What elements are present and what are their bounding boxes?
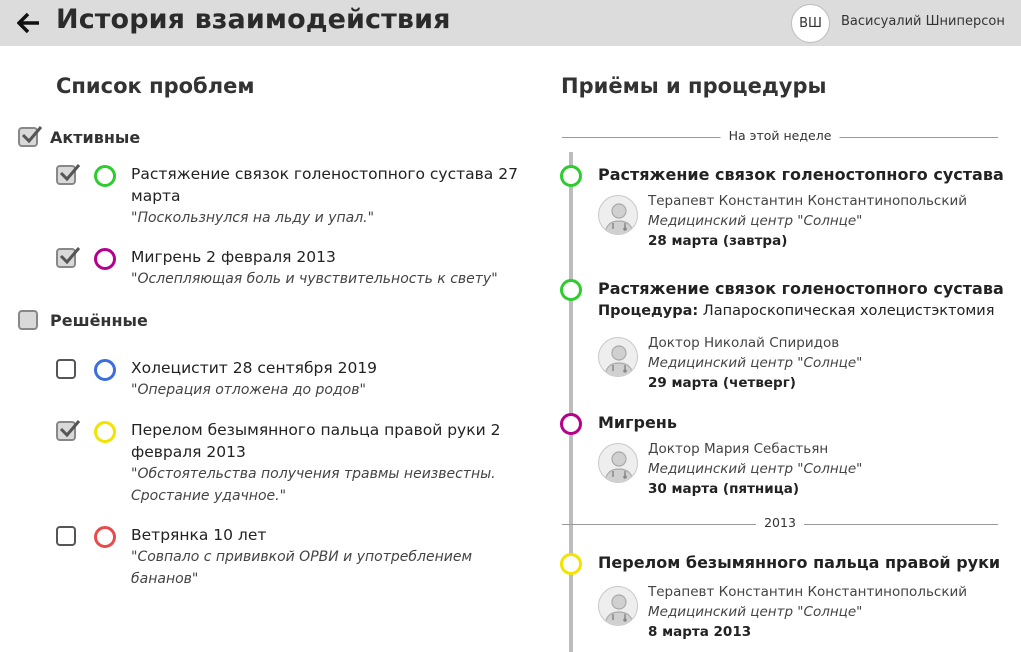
problem-checkbox[interactable]	[56, 247, 81, 268]
group-resolved-checkbox[interactable]	[18, 310, 38, 330]
problems-title: Список проблем	[56, 74, 255, 98]
status-dot-magenta	[560, 413, 582, 435]
doctor-card: Терапевт Константин Константинопольский …	[598, 193, 1008, 253]
status-dot-green	[94, 165, 116, 187]
timeline-separator: На этой неделе	[562, 127, 998, 147]
group-active-label: Активные	[50, 127, 141, 147]
problem-name[interactable]: Перелом безымянного пальца правой руки 2…	[131, 419, 511, 463]
doctor-icon	[604, 451, 634, 482]
top-bar: История взаимодействия ВШ Васисуалий Шни…	[0, 0, 1021, 46]
clinic-name: Медицинский центр "Солнце"	[648, 213, 863, 229]
timeline-item-title[interactable]: Растяжение связок голеностопного сустава	[598, 165, 1004, 184]
appointment-date: 28 марта (завтра)	[648, 233, 788, 249]
checkmark-icon	[59, 164, 81, 182]
timeline-item-title[interactable]: Растяжение связок голеностопного сустава	[598, 279, 1004, 298]
page-title: История взаимодействия	[56, 4, 451, 35]
separator-label: 2013	[756, 515, 804, 530]
appointment-date: 8 марта 2013	[648, 624, 752, 640]
problem-note: "Операция отложена до родов"	[131, 382, 366, 398]
checkmark-icon	[59, 247, 81, 265]
checkmark-icon	[59, 420, 81, 438]
doctor-name: Доктор Мария Себастьян	[648, 441, 829, 457]
appointment-date: 29 марта (четверг)	[648, 375, 796, 391]
procedure-line: Процедура: Лапароскопическая холецистэкт…	[598, 303, 994, 319]
doctor-name: Терапевт Константин Константинопольский	[648, 584, 968, 600]
timeline-item-title[interactable]: Перелом безымянного пальца правой руки	[598, 553, 1000, 572]
doctor-card: Доктор Мария Себастьян Медицинский центр…	[598, 441, 1008, 501]
avatar[interactable]: ВШ	[791, 4, 830, 43]
doctor-icon	[604, 203, 634, 234]
group-resolved-label: Решённые	[50, 310, 148, 330]
doctor-card: Доктор Николай Спиридов Медицинский цент…	[598, 335, 1008, 395]
arrow-left-icon	[17, 12, 39, 34]
doctor-name: Доктор Николай Спиридов	[648, 335, 840, 351]
status-dot-green	[560, 165, 582, 187]
group-active: Активные	[18, 125, 140, 149]
problem-note: "Ослепляющая боль и чувствительность к с…	[131, 271, 498, 287]
timeline-line	[569, 152, 573, 652]
problem-name[interactable]: Холецистит 28 сентября 2019	[131, 357, 531, 379]
doctor-avatar	[598, 337, 638, 377]
doctor-icon	[604, 345, 634, 376]
clinic-name: Медицинский центр "Солнце"	[648, 355, 863, 371]
doctor-name: Терапевт Константин Константинопольский	[648, 193, 968, 209]
appointment-date: 30 марта (пятница)	[648, 481, 799, 497]
back-button[interactable]	[14, 8, 44, 38]
clinic-name: Медицинский центр "Солнце"	[648, 461, 863, 477]
clinic-name: Медицинский центр "Солнце"	[648, 604, 863, 620]
problem-note: "Совпало с прививкой ОРВИ и употребление…	[131, 549, 473, 587]
problem-name[interactable]: Ветрянка 10 лет	[131, 524, 511, 546]
doctor-avatar	[598, 443, 638, 483]
procedures-title: Приёмы и процедуры	[561, 74, 827, 98]
problem-checkbox[interactable]	[56, 420, 81, 441]
problem-note: "Обстоятельства получения травмы неизвес…	[131, 466, 496, 504]
user-name[interactable]: Васисуалий Шниперсон	[841, 14, 1005, 29]
status-dot-green	[560, 279, 582, 301]
separator-label: На этой неделе	[720, 128, 840, 143]
doctor-icon	[604, 594, 634, 625]
checkmark-icon	[21, 126, 43, 144]
status-dot-yellow	[94, 421, 116, 443]
procedure-label: Процедура:	[598, 303, 699, 319]
problem-checkbox[interactable]	[56, 359, 76, 379]
problem-name[interactable]: Растяжение связок голеностопного сустава…	[131, 163, 531, 207]
problem-checkbox[interactable]	[56, 526, 76, 546]
status-dot-magenta	[94, 248, 116, 270]
problem-checkbox[interactable]	[56, 164, 81, 185]
problem-name[interactable]: Мигрень 2 февраля 2013	[131, 246, 531, 268]
doctor-avatar	[598, 195, 638, 235]
doctor-avatar	[598, 586, 638, 626]
timeline-separator: 2013	[562, 514, 998, 534]
group-resolved: Решённые	[18, 308, 148, 332]
group-active-checkbox[interactable]	[18, 126, 43, 147]
status-dot-yellow	[560, 553, 582, 575]
procedure-value: Лапароскопическая холецистэктомия	[702, 303, 995, 319]
status-dot-red	[94, 526, 116, 548]
status-dot-blue	[94, 359, 116, 381]
timeline-item-title[interactable]: Мигрень	[598, 413, 677, 432]
problem-note: "Поскользнулся на льду и упал."	[131, 210, 375, 226]
doctor-card: Терапевт Константин Константинопольский …	[598, 584, 1008, 644]
